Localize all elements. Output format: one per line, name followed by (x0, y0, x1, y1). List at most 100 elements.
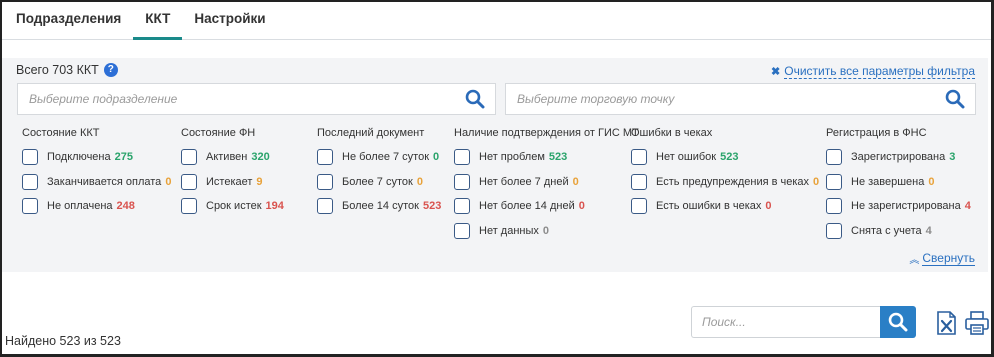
checkbox[interactable] (826, 198, 842, 214)
filter-option[interactable]: Истекает 9 (181, 173, 284, 190)
filter-option[interactable]: Не оплачена 248 (22, 198, 171, 214)
group-title: Наличие подтверждения от ГИС МТ (454, 127, 639, 139)
checkbox[interactable] (181, 149, 197, 165)
filter-option[interactable]: Есть ошибки в чеках 0 (631, 198, 819, 214)
filter-option[interactable]: Срок истек 194 (181, 198, 284, 214)
checkbox[interactable] (454, 222, 470, 239)
checkbox[interactable] (181, 173, 197, 190)
option-count: 194 (265, 200, 284, 212)
search-button[interactable] (880, 306, 916, 338)
group-last-document: Последний документ Не более 7 суток 0 Бол… (317, 127, 441, 223)
printer-icon[interactable] (964, 310, 989, 336)
filter-option[interactable]: Снята с учета 4 (826, 222, 971, 239)
option-count: 3 (949, 151, 956, 163)
tab-bar: Подразделения ККТ Настройки (2, 2, 991, 40)
option-label: Нет проблем (479, 151, 545, 163)
filter-option[interactable]: Нет ошибок 523 (631, 149, 819, 165)
checkbox[interactable] (826, 173, 842, 190)
checkbox[interactable] (22, 149, 38, 165)
tab-settings[interactable]: Настройки (182, 1, 277, 39)
option-count: 523 (548, 151, 568, 163)
option-label: Не более 7 суток (342, 151, 430, 163)
division-select[interactable]: Выберите подразделение (17, 83, 496, 115)
question-circle-icon[interactable]: ? (103, 63, 118, 77)
option-label: Нет более 14 дней (479, 200, 575, 212)
option-count: 320 (251, 151, 270, 163)
tab-kkt[interactable]: ККТ (133, 1, 183, 40)
option-count: 0 (572, 175, 579, 188)
clear-filters-link[interactable]: ✖ Очистить все параметры фильтра (771, 64, 975, 79)
option-count: 275 (114, 151, 133, 163)
option-count: 0 (928, 175, 935, 188)
filter-option[interactable]: Подключена 275 (22, 149, 171, 165)
checkbox[interactable] (317, 149, 333, 165)
checkbox[interactable] (454, 149, 470, 165)
checkbox[interactable] (454, 173, 470, 190)
checkbox[interactable] (454, 198, 470, 214)
search-icon[interactable] (455, 89, 495, 109)
filter-option[interactable]: Нет более 7 дней 0 (454, 173, 639, 190)
option-label: Не оплачена (47, 200, 113, 212)
option-count: 0 (433, 151, 440, 163)
option-count: 0 (416, 175, 423, 188)
checkbox[interactable] (317, 173, 333, 190)
checkbox[interactable] (631, 198, 647, 214)
filter-option[interactable]: Зарегистрирована 3 (826, 149, 971, 165)
search-icon (888, 312, 908, 332)
group-title: Состояние ККТ (22, 127, 100, 139)
option-label: Не зарегистрирована (851, 200, 961, 212)
outlet-select[interactable]: Выберите торговую точку (505, 83, 976, 115)
excel-export-icon[interactable] (935, 310, 959, 336)
option-label: Заканчивается оплата (47, 175, 162, 188)
tab-divisions[interactable]: Подразделения (2, 1, 133, 39)
option-label: Срок истек (206, 200, 262, 212)
group-gis-mt: Наличие подтверждения от ГИС МТ Нет проб… (454, 127, 639, 247)
option-count: 0 (542, 224, 550, 237)
filter-option[interactable]: Нет проблем 523 (454, 149, 639, 165)
search-input[interactable]: Поиск... (691, 306, 880, 338)
close-icon: ✖ (771, 66, 781, 78)
option-label: Активен (206, 151, 248, 163)
checkbox[interactable] (181, 198, 197, 214)
filter-option[interactable]: Заканчивается оплата 0 (22, 173, 171, 190)
filter-option[interactable]: Активен 320 (181, 149, 284, 165)
checkbox[interactable] (826, 149, 842, 165)
checkbox[interactable] (631, 173, 647, 190)
filter-option[interactable]: Нет более 14 дней 0 (454, 198, 639, 214)
filter-option[interactable]: Не завершена 0 (826, 173, 971, 190)
filter-option[interactable]: Нет данных 0 (454, 222, 639, 239)
filter-option[interactable]: Не более 7 суток 0 (317, 149, 441, 165)
checkbox[interactable] (22, 173, 38, 190)
group-kkt-state: Состояние ККТ Подключена 275 Заканчиваетс… (22, 127, 171, 223)
checkbox[interactable] (317, 198, 333, 214)
total-label: Всего 703 ККТ (16, 63, 99, 77)
option-label: Нет ошибок (656, 151, 717, 163)
filter-option[interactable]: Более 14 суток 523 (317, 198, 441, 214)
option-count: 523 (720, 151, 739, 163)
filter-option[interactable]: Более 7 суток 0 (317, 173, 441, 190)
option-label: Есть предупреждения в чеках (656, 175, 810, 188)
group-fn-state: Состояние ФН Активен 320 Истекает 9 Срок и… (181, 127, 284, 223)
option-count: 4 (964, 200, 971, 212)
option-label: Зарегистрирована (851, 151, 946, 163)
checkbox[interactable] (631, 149, 647, 165)
option-count: 9 (256, 175, 263, 188)
search-icon[interactable] (935, 89, 975, 109)
option-label: Не завершена (851, 175, 925, 188)
checkbox[interactable] (826, 222, 842, 239)
filter-option[interactable]: Не зарегистрирована 4 (826, 198, 971, 214)
option-count: 0 (578, 200, 585, 212)
checkbox[interactable] (22, 198, 38, 214)
option-label: Есть ошибки в чеках (656, 200, 762, 212)
collapse-label: Свернуть (922, 251, 975, 266)
collapse-link[interactable]: ︽ Свернуть (909, 251, 975, 266)
group-title: Регистрация в ФНС (826, 127, 927, 139)
group-receipt-errors: Ошибки в чеках Нет ошибок 523 Есть предуп… (631, 127, 819, 223)
filter-option[interactable]: Есть предупреждения в чеках 0 (631, 173, 819, 190)
search-placeholder: Поиск... (702, 315, 746, 329)
option-count: 523 (422, 200, 442, 212)
option-label: Истекает (206, 175, 253, 188)
option-label: Снята с учета (851, 224, 922, 237)
division-placeholder: Выберите подразделение (29, 92, 178, 106)
option-count: 248 (116, 200, 135, 212)
